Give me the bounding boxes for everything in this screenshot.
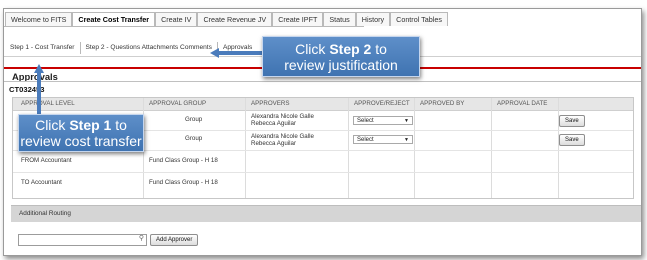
callout-step-2: Click Step 2 to review justification — [262, 36, 420, 77]
arrow-shaft — [37, 72, 41, 115]
cell-approval-group: Fund Class Group - H 18 — [149, 157, 218, 164]
tab-history[interactable]: History — [355, 12, 391, 26]
search-icon[interactable]: ⚲ — [139, 234, 144, 242]
add-approver-button[interactable]: Add Approver — [150, 234, 199, 246]
tab-create-iv[interactable]: Create IV — [155, 12, 198, 26]
tab-status[interactable]: Status — [323, 12, 356, 26]
tab-step-1[interactable]: Step 1 - Cost Transfer — [5, 42, 81, 54]
arrow-shaft — [218, 51, 262, 55]
header-approve-reject: APPROVE/REJECT — [354, 100, 410, 107]
callout-step-1: Click Step 1 to review cost transfer — [18, 114, 144, 152]
header-approval-group: APPROVAL GROUP — [149, 100, 207, 107]
cell-approver: Rebecca Aguilar — [251, 120, 297, 127]
additional-routing-label: Additional Routing — [19, 210, 71, 217]
cell-approver: Alexandra Nicole Galle — [251, 133, 314, 140]
header-approved-by: APPROVED BY — [420, 100, 465, 107]
table-row: FROM Accountant Fund Class Group - H 18 — [13, 150, 633, 173]
tab-create-cost-transfer[interactable]: Create Cost Transfer — [72, 12, 156, 26]
save-button[interactable]: Save — [559, 115, 585, 127]
select-value: Select — [357, 137, 374, 143]
cell-approver: Alexandra Nicole Galle — [251, 113, 314, 120]
header-approval-date: APPROVAL DATE — [497, 100, 548, 107]
cell-approval-level: FROM Accountant — [21, 157, 72, 164]
tab-control-tables[interactable]: Control Tables — [390, 12, 448, 26]
app-window: Welcome to FITS Create Cost Transfer Cre… — [3, 8, 642, 256]
nav-divider — [4, 26, 364, 27]
section-divider — [4, 81, 641, 82]
cell-approver: Rebecca Aguilar — [251, 140, 297, 147]
tab-create-revenue-jv[interactable]: Create Revenue JV — [197, 12, 273, 26]
additional-routing-bar: Additional Routing — [11, 205, 641, 222]
caret-down-icon: ▼ — [404, 137, 409, 143]
tab-create-ipft[interactable]: Create IPFT — [272, 12, 324, 26]
header-approvers: APPROVERS — [251, 100, 290, 107]
approve-reject-select[interactable]: Select ▼ — [353, 135, 413, 144]
cell-approval-group: Fund Class Group - H 18 — [149, 179, 218, 186]
select-value: Select — [357, 118, 374, 124]
cell-approval-group: Group — [185, 135, 203, 142]
header-approval-level: APPROVAL LEVEL — [21, 100, 75, 107]
tab-step-2[interactable]: Step 2 - Questions Attachments Comments — [80, 42, 218, 54]
approver-search-input[interactable]: ⚲ — [18, 234, 147, 246]
table-row: TO Accountant Fund Class Group - H 18 — [13, 172, 633, 194]
cell-approval-level: TO Accountant — [21, 179, 62, 186]
save-button[interactable]: Save — [559, 134, 585, 146]
approve-reject-select[interactable]: Select ▼ — [353, 116, 413, 125]
tab-welcome[interactable]: Welcome to FITS — [5, 12, 73, 26]
cell-approval-group: Group — [185, 116, 203, 123]
main-nav: Welcome to FITS Create Cost Transfer Cre… — [5, 12, 448, 27]
caret-down-icon: ▼ — [404, 118, 409, 124]
